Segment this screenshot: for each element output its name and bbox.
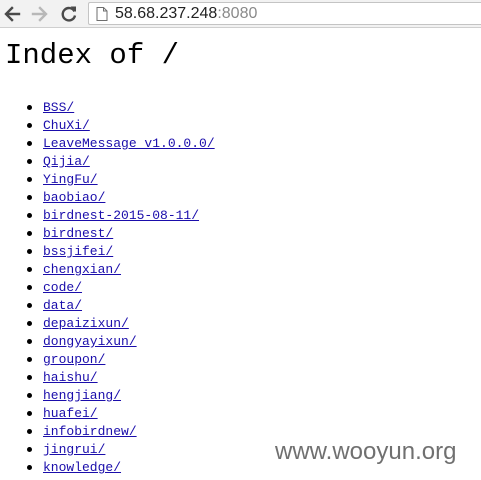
list-item: jingrui/ — [0, 440, 215, 458]
list-item: BSS/ — [0, 98, 215, 116]
bullet-icon — [27, 429, 32, 434]
bullet-icon — [27, 465, 32, 470]
bullet-icon — [27, 393, 32, 398]
list-item: haishu/ — [0, 368, 215, 386]
list-item: Qijia/ — [0, 152, 215, 170]
bullet-icon — [27, 195, 32, 200]
directory-link[interactable]: BSS/ — [43, 100, 74, 115]
list-item: knowledge/ — [0, 458, 215, 476]
bullet-icon — [27, 267, 32, 272]
bullet-icon — [27, 105, 32, 110]
directory-link[interactable]: LeaveMessage v1.0.0.0/ — [43, 136, 215, 151]
bullet-icon — [27, 303, 32, 308]
directory-link[interactable]: ChuXi/ — [43, 118, 90, 133]
bullet-icon — [27, 159, 32, 164]
list-item: depaizixun/ — [0, 314, 215, 332]
list-item: dongyayixun/ — [0, 332, 215, 350]
list-item: code/ — [0, 278, 215, 296]
directory-list: BSS/ChuXi/LeaveMessage v1.0.0.0/Qijia/Yi… — [0, 98, 215, 476]
list-item: chengxian/ — [0, 260, 215, 278]
page-title: Index of / — [5, 39, 180, 72]
url-port: :8080 — [217, 5, 258, 22]
bullet-icon — [27, 123, 32, 128]
reload-icon — [61, 6, 77, 22]
bullet-icon — [27, 321, 32, 326]
list-item: data/ — [0, 296, 215, 314]
list-item: LeaveMessage v1.0.0.0/ — [0, 134, 215, 152]
directory-link[interactable]: code/ — [43, 280, 82, 295]
list-item: birdnest/ — [0, 224, 215, 242]
directory-link[interactable]: bssjifei/ — [43, 244, 113, 259]
bullet-icon — [27, 375, 32, 380]
list-item: baobiao/ — [0, 188, 215, 206]
directory-link[interactable]: infobirdnew/ — [43, 424, 137, 439]
directory-link[interactable]: chengxian/ — [43, 262, 121, 277]
url-host: 58.68.237.248 — [115, 5, 218, 22]
directory-link[interactable]: huafei/ — [43, 406, 98, 421]
directory-link[interactable]: dongyayixun/ — [43, 334, 137, 349]
address-bar[interactable]: 58.68.237.248:8080 — [88, 2, 481, 25]
bullet-icon — [27, 447, 32, 452]
directory-link[interactable]: YingFu/ — [43, 172, 98, 187]
bullet-icon — [27, 231, 32, 236]
bullet-icon — [27, 177, 32, 182]
bullet-icon — [27, 285, 32, 290]
list-item: YingFu/ — [0, 170, 215, 188]
page-icon — [96, 7, 108, 26]
reload-button[interactable] — [58, 3, 80, 25]
directory-link[interactable]: groupon/ — [43, 352, 105, 367]
watermark: www.wooyun.org — [275, 438, 457, 465]
bullet-icon — [27, 411, 32, 416]
forward-button[interactable] — [29, 3, 51, 25]
bullet-icon — [27, 339, 32, 344]
directory-link[interactable]: knowledge/ — [43, 460, 121, 475]
list-item: birdnest-2015-08-11/ — [0, 206, 215, 224]
list-item: groupon/ — [0, 350, 215, 368]
directory-link[interactable]: birdnest-2015-08-11/ — [43, 208, 199, 223]
directory-link[interactable]: birdnest/ — [43, 226, 113, 241]
directory-link[interactable]: Qijia/ — [43, 154, 90, 169]
directory-link[interactable]: depaizixun/ — [43, 316, 129, 331]
list-item: ChuXi/ — [0, 116, 215, 134]
directory-link[interactable]: data/ — [43, 298, 82, 313]
directory-link[interactable]: baobiao/ — [43, 190, 105, 205]
browser-toolbar: 58.68.237.248:8080 — [0, 0, 481, 28]
bullet-icon — [27, 213, 32, 218]
list-item: huafei/ — [0, 404, 215, 422]
bullet-icon — [27, 249, 32, 254]
url-text[interactable]: 58.68.237.248:8080 — [115, 4, 257, 23]
list-item: bssjifei/ — [0, 242, 215, 260]
list-item: hengjiang/ — [0, 386, 215, 404]
bullet-icon — [27, 141, 32, 146]
bullet-icon — [27, 357, 32, 362]
arrow-left-icon — [4, 6, 21, 22]
directory-link[interactable]: hengjiang/ — [43, 388, 121, 403]
back-button[interactable] — [1, 3, 23, 25]
directory-link[interactable]: jingrui/ — [43, 442, 105, 457]
directory-link[interactable]: haishu/ — [43, 370, 98, 385]
arrow-right-icon — [31, 6, 48, 22]
list-item: infobirdnew/ — [0, 422, 215, 440]
